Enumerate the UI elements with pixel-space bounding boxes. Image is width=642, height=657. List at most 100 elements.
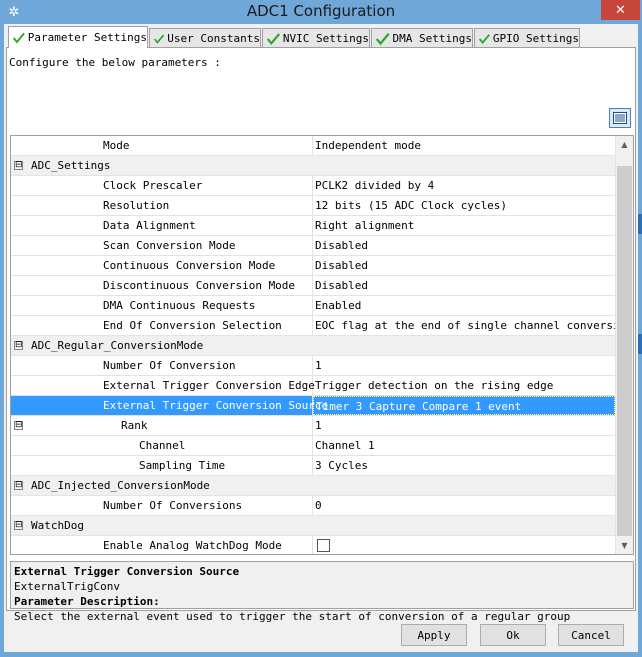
description-text: Select the external event used to trigge… xyxy=(14,610,571,623)
collapse-icon[interactable]: ⊟ xyxy=(14,481,23,490)
property-grid[interactable]: Mode Independent mode ⊟ ADC_Settings Clock P… xyxy=(10,135,634,555)
watchdog-checkbox[interactable] xyxy=(317,538,330,552)
tab-dma-settings[interactable]: DMA Settings xyxy=(371,28,473,48)
property-name: Data Alignment xyxy=(103,219,196,232)
collapse-icon[interactable]: ⊟ xyxy=(14,521,23,530)
property-value: 3 Cycles xyxy=(315,459,368,472)
check-icon xyxy=(267,32,280,45)
title-bar: ✲ ADC1 Configuration ✕ xyxy=(0,0,642,24)
property-row[interactable]: Scan Conversion Mode Disabled xyxy=(11,236,615,256)
property-name-cell: Number Of Conversions xyxy=(11,496,313,515)
tab-gpio-settings[interactable]: GPIO Settings xyxy=(474,28,580,48)
property-name: Continuous Conversion Mode xyxy=(103,259,276,272)
property-name: Number Of Conversions xyxy=(103,499,243,512)
property-row[interactable]: Sampling Time 3 Cycles xyxy=(11,456,615,476)
window-title: ADC1 Configuration xyxy=(246,2,396,20)
group-row[interactable]: ⊟ WatchDog xyxy=(11,516,615,536)
apply-button[interactable]: Apply xyxy=(401,624,467,646)
property-value: Channel 1 xyxy=(315,439,375,452)
property-name: Sampling Time xyxy=(139,459,226,472)
tab-label: User Constants xyxy=(167,32,260,45)
property-name-cell: Channel xyxy=(11,436,313,455)
property-name: Clock Prescaler xyxy=(103,179,203,192)
property-row[interactable]: End Of Conversion Selection EOC flag at t… xyxy=(11,316,615,336)
tab-nvic-settings[interactable]: NVIC Settings xyxy=(262,28,370,48)
group-row[interactable]: ⊟ ADC_Regular_ConversionMode xyxy=(11,336,615,356)
group-row[interactable]: ⊟ ADC_Injected_ConversionMode xyxy=(11,476,615,496)
group-row[interactable]: ⊟ ADC_Settings xyxy=(11,156,615,176)
property-value: Trigger detection on the rising edge xyxy=(315,379,554,392)
property-row[interactable]: Resolution 12 bits (15 ADC Clock cycles) xyxy=(11,196,615,216)
close-button[interactable]: ✕ xyxy=(601,0,640,20)
check-icon xyxy=(13,32,25,43)
property-value: 0 xyxy=(315,499,322,512)
property-row[interactable]: Clock Prescaler PCLK2 divided by 4 xyxy=(11,176,615,196)
property-name: Resolution xyxy=(103,199,170,212)
vertical-scrollbar[interactable]: ▲ ▼ xyxy=(615,136,633,554)
scroll-thumb[interactable] xyxy=(617,166,632,536)
property-row[interactable]: DMA Continuous Requests Enabled xyxy=(11,296,615,316)
description-title: External Trigger Conversion Source xyxy=(14,565,240,578)
property-name-cell: DMA Continuous Requests xyxy=(11,296,313,315)
property-value-cell[interactable]: Trigger detection on the rising edge xyxy=(313,376,615,395)
tab-parameter-settings[interactable]: Parameter Settings xyxy=(8,26,148,48)
property-value-cell[interactable]: 12 bits (15 ADC Clock cycles) xyxy=(313,196,615,215)
property-value: Right alignment xyxy=(315,219,415,232)
property-row[interactable]: Enable Analog WatchDog Mode xyxy=(11,536,615,554)
property-name-cell: External Trigger Conversion Source xyxy=(11,396,328,415)
group-label: ADC_Settings xyxy=(31,159,111,172)
ok-button[interactable]: Ok xyxy=(480,624,546,646)
property-name: End Of Conversion Selection xyxy=(103,319,282,332)
property-value-cell[interactable] xyxy=(313,536,615,554)
property-name-cell: End Of Conversion Selection xyxy=(11,316,313,335)
property-value-cell[interactable]: 1 xyxy=(313,356,615,375)
property-name-cell: ⊟ ADC_Regular_ConversionMode xyxy=(11,336,615,355)
list-view-icon xyxy=(613,112,627,124)
property-value-cell[interactable]: Disabled xyxy=(313,256,615,275)
adc-config-window: ✲ ADC1 Configuration ✕ Parameter Setting… xyxy=(0,0,642,657)
property-row[interactable]: Discontinuous Conversion Mode Disabled xyxy=(11,276,615,296)
property-value-cell[interactable]: 1 xyxy=(313,416,615,435)
tab-user-constants[interactable]: User Constants xyxy=(149,28,261,48)
property-row[interactable]: Mode Independent mode xyxy=(11,136,615,156)
property-value-cell[interactable]: Disabled xyxy=(313,276,615,295)
instruction-text: Configure the below parameters : xyxy=(9,56,221,69)
property-value-cell[interactable]: 3 Cycles xyxy=(313,456,615,475)
property-value-cell[interactable]: 0 xyxy=(313,496,615,515)
property-row[interactable]: External Trigger Conversion Edge Trigger … xyxy=(11,376,615,396)
property-value-cell[interactable]: Channel 1 xyxy=(313,436,615,455)
property-value-cell[interactable]: PCLK2 divided by 4 xyxy=(313,176,615,195)
property-value: 1 xyxy=(315,359,322,372)
property-value-cell[interactable]: Right alignment xyxy=(313,216,615,235)
property-name-cell: Resolution xyxy=(11,196,313,215)
scroll-down-icon[interactable]: ▼ xyxy=(616,537,633,554)
property-name-cell: ⊟ ADC_Injected_ConversionMode xyxy=(11,476,615,495)
property-row[interactable]: Channel Channel 1 xyxy=(11,436,615,456)
property-name-cell: ⊟ ADC_Settings xyxy=(11,156,615,175)
cancel-button[interactable]: Cancel xyxy=(558,624,624,646)
edge-marker xyxy=(638,214,642,234)
property-value: Enabled xyxy=(315,299,362,312)
collapse-icon[interactable]: ⊟ xyxy=(14,421,23,430)
property-name-cell: Scan Conversion Mode xyxy=(11,236,313,255)
property-value-cell[interactable]: Disabled xyxy=(313,236,615,255)
property-row[interactable]: Number Of Conversion 1 xyxy=(11,356,615,376)
property-name: Rank xyxy=(121,419,148,432)
property-row[interactable]: Data Alignment Right alignment xyxy=(11,216,615,236)
property-name: Scan Conversion Mode xyxy=(103,239,236,252)
property-row[interactable]: Number Of Conversions 0 xyxy=(11,496,615,516)
property-row[interactable]: External Trigger Conversion Source Timer … xyxy=(11,396,615,416)
property-value-cell[interactable]: Enabled xyxy=(313,296,615,315)
view-toggle-button[interactable] xyxy=(609,108,631,128)
property-name-cell: Enable Analog WatchDog Mode xyxy=(11,536,313,554)
property-value-cell[interactable]: Timer 3 Capture Compare 1 event xyxy=(313,396,615,415)
property-row[interactable]: Continuous Conversion Mode Disabled xyxy=(11,256,615,276)
collapse-icon[interactable]: ⊟ xyxy=(14,161,23,170)
property-value-cell[interactable]: EOC flag at the end of single channel co… xyxy=(313,316,615,335)
collapse-icon[interactable]: ⊟ xyxy=(14,341,23,350)
property-value-cell[interactable]: Independent mode xyxy=(313,136,615,155)
property-name-cell: Mode xyxy=(11,136,313,155)
property-row[interactable]: ⊟ Rank 1 xyxy=(11,416,615,436)
property-value: PCLK2 divided by 4 xyxy=(315,179,435,192)
scroll-up-icon[interactable]: ▲ xyxy=(616,136,633,153)
